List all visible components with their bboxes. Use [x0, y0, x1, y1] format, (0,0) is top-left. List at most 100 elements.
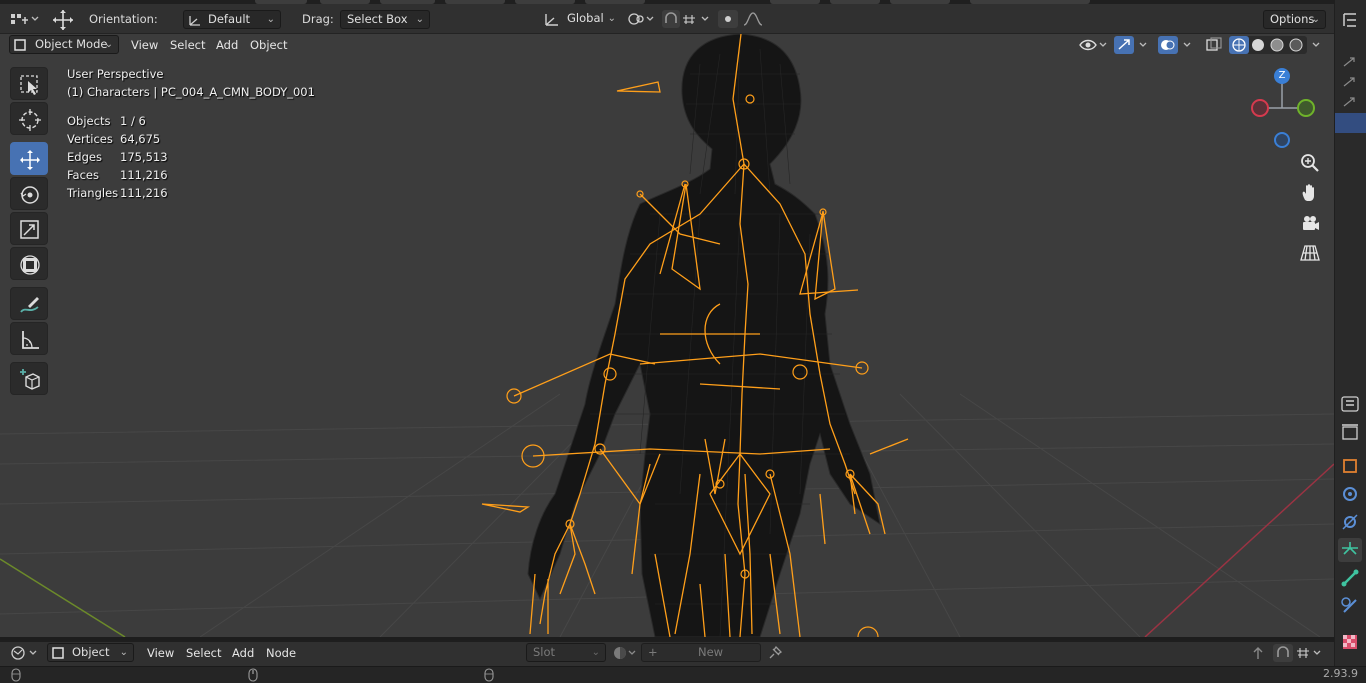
stat-faces-label: Faces: [67, 168, 99, 182]
mouse-left-icon: [10, 668, 22, 683]
view-perspective-label: User Perspective: [67, 67, 164, 81]
armature-properties-icon[interactable]: [1338, 538, 1362, 562]
node-snap-icon[interactable]: [1273, 643, 1325, 666]
stat-vertices-value: 64,675: [120, 132, 161, 146]
shading-modes[interactable]: [1229, 36, 1327, 57]
tool-add-cube[interactable]: [10, 362, 48, 395]
tool-rotate[interactable]: [10, 177, 48, 210]
material-browse-icon[interactable]: [612, 645, 638, 664]
mouse-right-icon: [483, 668, 495, 683]
plus-icon: +: [648, 645, 658, 659]
bone-constraint-icon[interactable]: [1338, 594, 1362, 618]
stat-faces-value: 111,216: [120, 168, 168, 182]
overlays-icon[interactable]: [1158, 36, 1196, 57]
object-shader-icon: [52, 647, 64, 664]
pan-button[interactable]: [1297, 180, 1323, 206]
tool-select-box[interactable]: [10, 67, 48, 100]
x-axis-line: [1144, 463, 1334, 637]
object-mode-label: Object Mode: [35, 37, 108, 51]
transform-orientation-dropdown[interactable]: Global ⌄: [561, 10, 621, 29]
texture-properties-icon[interactable]: [1338, 630, 1362, 654]
chevron-down-icon: ⌄: [591, 647, 600, 658]
move-tool-icon[interactable]: [51, 8, 75, 35]
viewport-scene: [0, 34, 1334, 637]
chevron-down-icon: ⌄: [415, 14, 424, 25]
stat-edges-label: Edges: [67, 150, 102, 164]
stat-triangles-value: 111,216: [120, 186, 168, 200]
status-bar: [0, 666, 1366, 683]
object-mode-dropdown[interactable]: Object Mode ⌄: [9, 35, 119, 54]
object-properties-icon[interactable]: [1338, 454, 1362, 478]
outliner-selected-row[interactable]: [1335, 113, 1366, 133]
physics-properties-icon[interactable]: [1338, 510, 1362, 534]
new-material-label: New: [698, 645, 724, 659]
orientation-axes-icon: [188, 14, 202, 31]
node-editor-type-icon[interactable]: [10, 645, 40, 664]
y-axis-line: [0, 558, 126, 637]
tool-transform[interactable]: [10, 247, 48, 280]
snap-icon[interactable]: [662, 10, 714, 31]
node-menu-select[interactable]: Select: [186, 646, 221, 660]
visibility-icon[interactable]: [1078, 37, 1110, 56]
axis-z-dot[interactable]: Z: [1274, 68, 1290, 84]
transform-orientation-value: Global: [567, 11, 604, 25]
orientation-value: Default: [208, 12, 251, 26]
drag-value: Select Box: [347, 12, 408, 26]
tool-measure[interactable]: [10, 322, 48, 355]
tool-scale[interactable]: [10, 212, 48, 245]
zoom-icon: [1297, 154, 1323, 179]
shader-type-dropdown[interactable]: Object ⌄: [47, 643, 134, 662]
character-mesh: [527, 34, 881, 637]
proportional-editing-icon[interactable]: [718, 10, 768, 31]
slot-dropdown[interactable]: Slot ⌄: [526, 643, 606, 662]
stat-triangles-label: Triangles: [67, 186, 119, 200]
menu-object[interactable]: Object: [245, 36, 292, 55]
axis-neg-x-dot[interactable]: [1251, 99, 1269, 117]
active-object-label: (1) Characters | PC_004_A_CMN_BODY_001: [67, 85, 315, 99]
grid-icon: [1297, 245, 1323, 269]
tool-annotate[interactable]: [10, 287, 48, 320]
zoom-button[interactable]: [1297, 150, 1323, 176]
chevron-down-icon: ⌄: [119, 647, 128, 658]
stat-edges-value: 175,513: [120, 150, 168, 164]
bone-properties-icon[interactable]: [1338, 566, 1362, 590]
menu-add[interactable]: Add: [211, 36, 243, 55]
chevron-down-icon: ⌄: [607, 13, 616, 24]
tool-properties-icon[interactable]: [1338, 420, 1362, 444]
properties-editor-icon[interactable]: [1338, 392, 1362, 416]
tool-cursor[interactable]: [10, 102, 48, 135]
editor-type-icon[interactable]: [10, 11, 40, 30]
menu-select[interactable]: Select: [165, 36, 210, 55]
chevron-down-icon: ⌄: [1311, 14, 1320, 25]
node-menu-view[interactable]: View: [147, 646, 174, 660]
node-menu-node[interactable]: Node: [266, 646, 296, 660]
mouse-middle-icon: [247, 668, 259, 683]
chevron-down-icon: ⌄: [104, 39, 113, 50]
orientation-dropdown[interactable]: Default ⌄: [183, 10, 281, 29]
outliner-row-icon[interactable]: [1338, 90, 1362, 114]
drag-dropdown[interactable]: Select Box ⌄: [340, 10, 430, 29]
object-mode-icon: [14, 39, 26, 56]
axis-neg-z-dot[interactable]: [1274, 132, 1290, 148]
3d-viewport[interactable]: [0, 34, 1334, 637]
outliner-icon[interactable]: [1338, 8, 1362, 32]
perspective-toggle-button[interactable]: [1297, 240, 1323, 266]
workspace-tabs-strip[interactable]: [0, 0, 1334, 4]
stat-objects-value: 1 / 6: [120, 114, 146, 128]
pivot-point-icon[interactable]: [627, 11, 657, 30]
modifier-properties-icon[interactable]: [1338, 482, 1362, 506]
axis-y-dot[interactable]: [1297, 99, 1315, 117]
gizmo-toggle-icon[interactable]: [1114, 36, 1152, 57]
parent-node-icon[interactable]: [1250, 645, 1266, 664]
axis-z-label: Z: [1278, 70, 1286, 81]
camera-icon: [1297, 216, 1323, 239]
xray-icon[interactable]: [1205, 37, 1223, 56]
node-menu-add[interactable]: Add: [232, 646, 254, 660]
pin-icon[interactable]: [767, 645, 783, 664]
camera-view-button[interactable]: [1297, 210, 1323, 236]
tool-move[interactable]: [10, 142, 48, 175]
slot-label: Slot: [533, 645, 556, 659]
new-material-button[interactable]: + New: [641, 643, 761, 662]
options-dropdown[interactable]: Options ⌄: [1263, 10, 1326, 29]
menu-view[interactable]: View: [126, 36, 163, 55]
